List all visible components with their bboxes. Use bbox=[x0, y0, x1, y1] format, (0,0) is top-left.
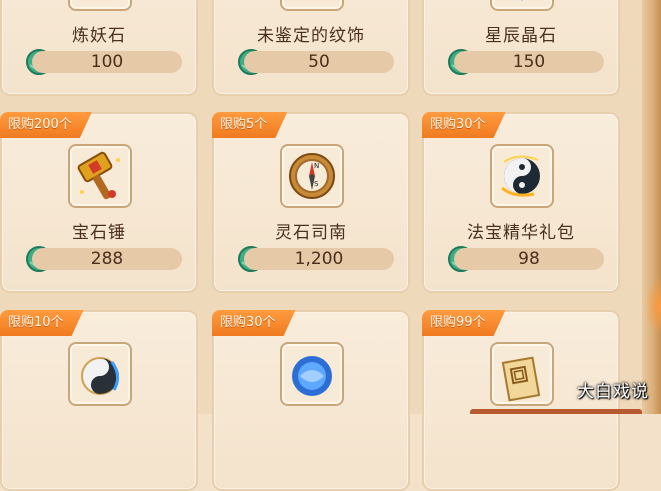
item-name: 未鉴定的纹饰 bbox=[257, 26, 365, 46]
shop-item-card[interactable]: 限购5个 S N 灵石司南 1,200 bbox=[212, 112, 410, 293]
yin-yang-orb-icon bbox=[68, 342, 132, 406]
price-bar: 150 bbox=[454, 51, 604, 73]
star-crystal-icon bbox=[490, 0, 554, 11]
item-price: 100 bbox=[90, 52, 124, 72]
price-bar: 98 bbox=[454, 248, 604, 270]
shop-item-card[interactable]: 星辰晶石 150 bbox=[422, 0, 620, 96]
price-bar: 288 bbox=[32, 248, 182, 270]
purchase-limit-tag: 限购200个 bbox=[0, 112, 92, 138]
item-price: 98 bbox=[518, 249, 540, 269]
item-name: 炼妖石 bbox=[72, 26, 126, 46]
shop-item-card[interactable]: 未鉴定的纹饰 50 bbox=[212, 0, 410, 96]
price-bar: 1,200 bbox=[244, 248, 394, 270]
item-name: 灵石司南 bbox=[275, 223, 347, 243]
panel-edge bbox=[642, 0, 661, 414]
purchase-limit-tag: 限购10个 bbox=[0, 310, 84, 336]
unidentified-pattern-icon bbox=[280, 0, 344, 11]
shop-item-card[interactable]: 限购30个 bbox=[212, 310, 410, 491]
price-bar: 50 bbox=[244, 51, 394, 73]
edge-glow bbox=[645, 276, 661, 336]
item-price: 50 bbox=[308, 52, 330, 72]
purchase-limit-tag: 限购5个 bbox=[212, 112, 287, 138]
scroll-indicator bbox=[470, 409, 642, 414]
svg-text:N: N bbox=[314, 162, 319, 170]
scroll-icon bbox=[490, 342, 554, 406]
compass-icon: S N bbox=[280, 144, 344, 208]
shop-panel: 炼妖石 100 未鉴定的纹饰 50 星辰晶石 150 限购200个 宝石锤 28… bbox=[0, 0, 642, 491]
watermark-text: 大白戏说 bbox=[577, 382, 649, 402]
item-price: 288 bbox=[90, 249, 124, 269]
purchase-limit-tag: 限购99个 bbox=[422, 310, 506, 336]
svg-text:S: S bbox=[314, 180, 319, 188]
shop-item-card[interactable]: 限购200个 宝石锤 288 bbox=[0, 112, 198, 293]
price-bar: 100 bbox=[32, 51, 182, 73]
item-name: 宝石锤 bbox=[72, 223, 126, 243]
item-name: 星辰晶石 bbox=[485, 26, 557, 46]
shop-item-card[interactable]: 限购30个 法宝精华礼包 98 bbox=[422, 112, 620, 293]
yin-yang-gift-icon bbox=[490, 144, 554, 208]
purchase-limit-tag: 限购30个 bbox=[422, 112, 506, 138]
purchase-limit-tag: 限购30个 bbox=[212, 310, 296, 336]
gem-hammer-icon bbox=[68, 144, 132, 208]
shop-item-card[interactable]: 炼妖石 100 bbox=[0, 0, 198, 96]
item-price: 150 bbox=[512, 52, 546, 72]
refining-stone-icon bbox=[68, 0, 132, 11]
shop-item-card[interactable]: 限购10个 bbox=[0, 310, 198, 491]
blue-orb-icon bbox=[280, 342, 344, 406]
item-price: 1,200 bbox=[294, 249, 344, 269]
item-name: 法宝精华礼包 bbox=[467, 223, 575, 243]
